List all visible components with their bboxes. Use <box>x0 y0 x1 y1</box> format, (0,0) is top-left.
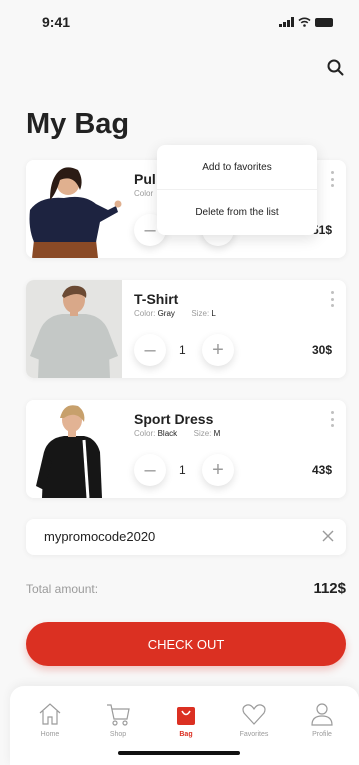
bag-item-card[interactable]: T-Shirt Color: Gray Size: L – 1 + 30$ <box>26 280 346 378</box>
color-value: Gray <box>157 309 175 318</box>
status-time: 9:41 <box>42 14 71 30</box>
tab-label: Shop <box>109 731 127 738</box>
tab-label: Profile <box>312 731 332 738</box>
status-icons <box>279 17 333 27</box>
size-label: Size: <box>193 429 212 438</box>
search-icon[interactable] <box>325 57 347 79</box>
color-label: Color: <box>134 429 156 438</box>
color-label: Color: <box>134 309 156 318</box>
profile-icon <box>311 703 333 726</box>
bag-item-card[interactable]: Sport Dress Color: Black Size: M – 1 + 4… <box>26 400 346 498</box>
heart-icon <box>242 704 266 725</box>
more-options-icon[interactable] <box>330 171 334 187</box>
size-value: L <box>211 309 216 318</box>
add-to-favorites-menu-item[interactable]: Add to favorites <box>157 145 317 190</box>
product-name: Sport Dress <box>134 411 214 427</box>
status-bar: 9:41 <box>0 0 359 44</box>
tab-home[interactable]: Home <box>20 686 80 738</box>
product-attributes: Color: Gray Size: L <box>134 309 216 318</box>
quantity-value: 1 <box>179 343 186 357</box>
increase-quantity-button[interactable]: + <box>202 454 234 486</box>
delete-from-list-menu-item[interactable]: Delete from the list <box>157 190 317 235</box>
product-attributes: Color <box>134 189 153 198</box>
tab-label: Home <box>40 731 60 738</box>
bag-icon <box>177 707 195 725</box>
product-attributes: Color: Black Size: M <box>134 429 220 438</box>
quantity-value: 1 <box>179 463 186 477</box>
increase-quantity-button[interactable]: + <box>202 334 234 366</box>
home-icon <box>39 703 61 725</box>
promo-code-value[interactable]: mypromocode2020 <box>44 529 155 544</box>
total-amount-label: Total amount: <box>26 582 99 596</box>
product-photo <box>26 280 122 378</box>
product-photo <box>26 400 122 498</box>
decrease-quantity-button[interactable]: – <box>134 454 166 486</box>
tab-shop[interactable]: Shop <box>88 686 148 738</box>
checkout-button[interactable]: CHECK OUT <box>26 622 346 666</box>
home-indicator <box>118 751 240 755</box>
signal-icon <box>279 17 294 27</box>
wifi-icon <box>298 17 311 27</box>
color-label: Color <box>134 189 154 198</box>
size-label: Size: <box>191 309 210 318</box>
product-price: 43$ <box>311 463 332 477</box>
page-title: My Bag <box>26 108 130 140</box>
more-options-icon[interactable] <box>330 411 334 427</box>
more-options-icon[interactable] <box>330 291 334 307</box>
decrease-quantity-button[interactable]: – <box>134 334 166 366</box>
close-icon[interactable] <box>322 530 334 542</box>
size-value: M <box>213 429 221 438</box>
item-context-menu: Add to favorites Delete from the list <box>157 145 317 235</box>
tab-favorites[interactable]: Favorites <box>224 686 284 738</box>
total-amount-value: 112$ <box>313 580 346 597</box>
product-photo <box>26 160 122 258</box>
tab-bag[interactable]: Bag <box>156 686 216 738</box>
cart-icon <box>107 704 130 726</box>
product-name: T-Shirt <box>134 291 179 307</box>
tab-label: Favorites <box>239 731 269 738</box>
battery-icon <box>315 17 333 27</box>
promo-code-field[interactable]: mypromocode2020 <box>26 519 346 555</box>
color-value: Black <box>157 429 178 438</box>
tab-label: Bag <box>179 731 193 738</box>
product-price: 30$ <box>311 343 332 357</box>
tab-profile[interactable]: Profile <box>292 686 352 738</box>
product-name: Pul <box>134 171 156 187</box>
